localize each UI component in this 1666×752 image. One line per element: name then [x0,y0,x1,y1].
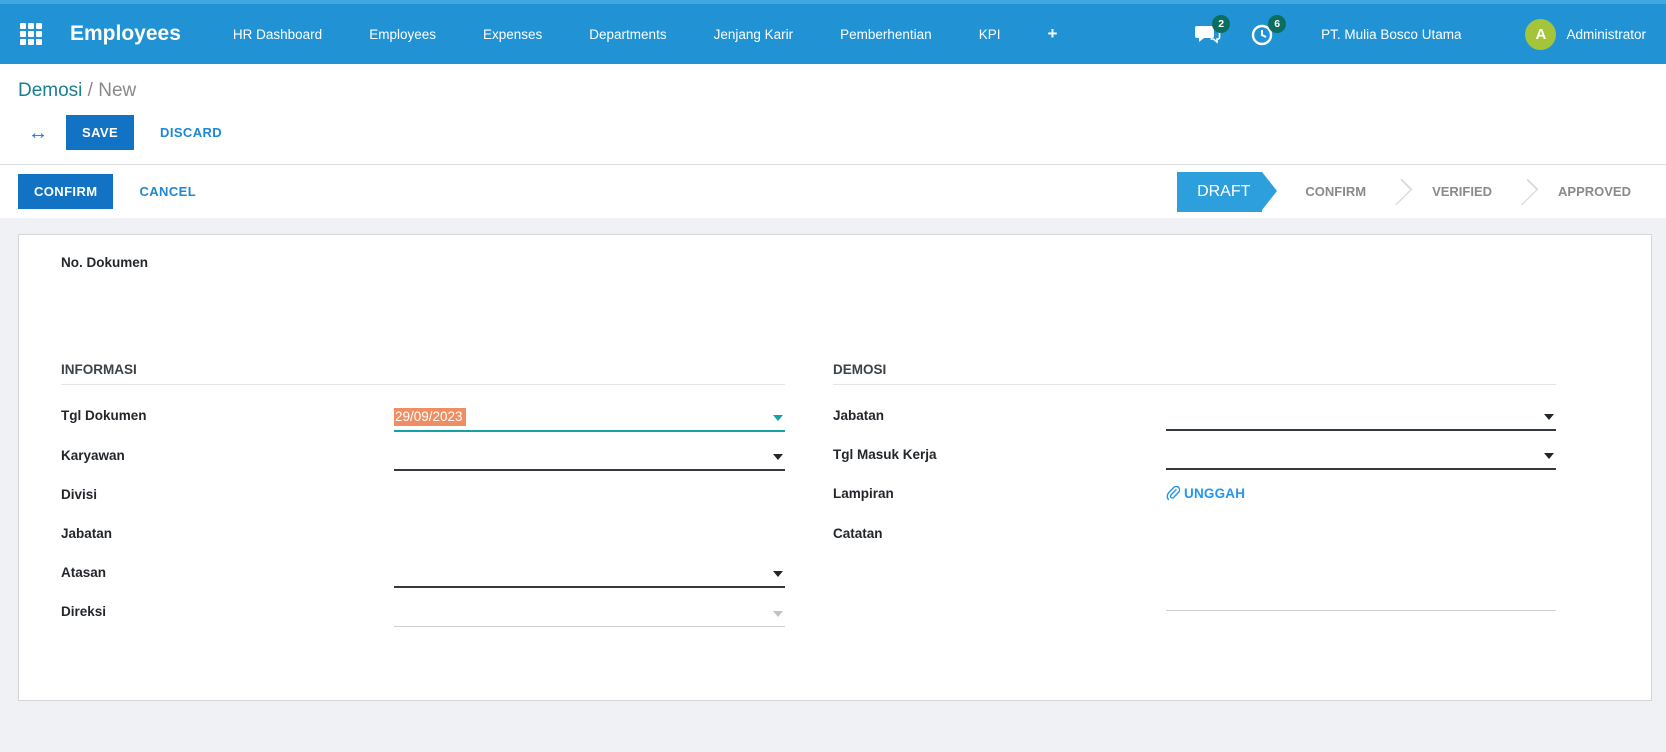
field-row-karyawan: Karyawan [61,445,785,471]
nav-item-employees[interactable]: Employees [369,27,436,42]
form-sheet: No. Dokumen INFORMASI Tgl Dokumen 29/09/… [18,234,1652,701]
nav-item-pemberhentian[interactable]: Pemberhentian [840,27,932,42]
lampiran-field: UNGGAH [1166,483,1556,510]
no-dokumen-label: No. Dokumen [61,255,1556,270]
field-label: Atasan [61,562,394,588]
field-row-divisi: Divisi [61,484,785,510]
field-row-tgl-masuk-kerja: Tgl Masuk Kerja [833,444,1556,470]
field-label: Tgl Dokumen [61,405,394,432]
tgl-masuk-kerja-field[interactable] [1166,444,1556,470]
app-title: Employees [70,22,181,46]
statusbar: CONFIRM CANCEL DRAFT CONFIRM VERIFIED AP… [0,164,1666,218]
field-label: Jabatan [61,523,394,549]
tgl-dokumen-field[interactable]: 29/09/2023 [394,405,785,432]
field-label: Jabatan [833,405,1166,431]
field-row-tgl-dokumen: Tgl Dokumen 29/09/2023 [61,405,785,432]
chat-bubble-icon [1195,33,1221,50]
main-content: No. Dokumen INFORMASI Tgl Dokumen 29/09/… [0,218,1666,701]
nav-item-expenses[interactable]: Expenses [483,27,542,42]
apps-grid-icon[interactable] [20,23,46,45]
nav-item-jenjang-karir[interactable]: Jenjang Karir [714,27,794,42]
chevron-down-icon [773,571,783,577]
clock-icon [1251,33,1275,50]
catatan-field[interactable] [1166,523,1556,611]
cancel-button[interactable]: CANCEL [133,183,202,200]
nav-menu: HR Dashboard Employees Expenses Departme… [233,24,1098,44]
status-verified[interactable]: VERIFIED [1411,184,1513,199]
chevron-down-icon [773,611,783,617]
chevron-down-icon [773,415,783,421]
section-demosi: DEMOSI Jabatan Tgl Masuk Kerja Lampiran [833,362,1556,640]
messages-button[interactable]: 2 [1195,22,1221,46]
chevron-down-icon [1544,414,1554,420]
field-row-jabatan-baru: Jabatan [833,405,1556,431]
save-button[interactable]: SAVE [66,115,134,150]
field-row-jabatan: Jabatan [61,523,785,549]
breadcrumb-parent[interactable]: Demosi [18,80,82,101]
chevron-down-icon [1544,453,1554,459]
status-draft[interactable]: DRAFT [1177,172,1262,212]
jabatan-baru-field[interactable] [1166,405,1556,431]
nav-add-button[interactable]: + [1047,24,1057,44]
field-row-catatan: Catatan [833,523,1556,611]
chevron-separator-icon [1512,178,1539,205]
jabatan-field [394,523,785,549]
field-label: Divisi [61,484,394,510]
form-actions: ↔ SAVE DISCARD [18,115,1648,150]
nav-item-hr-dashboard[interactable]: HR Dashboard [233,27,322,42]
field-label: Catatan [833,523,1166,611]
messages-badge: 2 [1212,15,1230,33]
section-title-informasi: INFORMASI [61,362,785,385]
status-pipeline: DRAFT CONFIRM VERIFIED APPROVED [1177,165,1652,218]
field-row-atasan: Atasan [61,562,785,588]
breadcrumb: Demosi / New [18,80,1648,102]
company-name[interactable]: PT. Mulia Bosco Utama [1321,27,1461,42]
navbar-right: 2 6 PT. Mulia Bosco Utama A Administrato… [1195,19,1646,50]
form-groups: INFORMASI Tgl Dokumen 29/09/2023 Karyawa… [61,362,1556,640]
divisi-field [394,484,785,510]
field-label: Tgl Masuk Kerja [833,444,1166,470]
field-row-direksi: Direksi [61,601,785,627]
nav-item-departments[interactable]: Departments [589,27,666,42]
field-label: Direksi [61,601,394,627]
status-approved[interactable]: APPROVED [1537,184,1652,199]
paperclip-icon [1166,486,1180,501]
section-title-demosi: DEMOSI [833,362,1556,385]
activities-badge: 6 [1268,15,1286,33]
user-name[interactable]: Administrator [1566,27,1646,42]
breadcrumb-current: New [98,80,136,101]
user-avatar[interactable]: A [1525,19,1556,50]
atasan-field[interactable] [394,562,785,588]
control-panel: Demosi / New ↔ SAVE DISCARD [0,64,1666,164]
direksi-field [394,601,785,627]
breadcrumb-separator: / [82,80,98,101]
discard-button[interactable]: DISCARD [154,124,228,141]
chevron-down-icon [773,454,783,460]
karyawan-field[interactable] [394,445,785,471]
field-row-lampiran: Lampiran UNGGAH [833,483,1556,510]
section-informasi: INFORMASI Tgl Dokumen 29/09/2023 Karyawa… [61,362,785,640]
upload-button[interactable]: UNGGAH [1166,486,1245,501]
field-label: Lampiran [833,483,1166,510]
activities-button[interactable]: 6 [1251,22,1277,46]
nav-item-kpi[interactable]: KPI [979,27,1001,42]
field-label: Karyawan [61,445,394,471]
top-navbar: Employees HR Dashboard Employees Expense… [0,0,1666,64]
status-confirm[interactable]: CONFIRM [1284,184,1387,199]
confirm-button[interactable]: CONFIRM [18,174,113,209]
swap-arrow-icon[interactable]: ↔ [28,123,48,143]
tgl-dokumen-value: 29/09/2023 [394,408,466,426]
chevron-separator-icon [1386,178,1413,205]
